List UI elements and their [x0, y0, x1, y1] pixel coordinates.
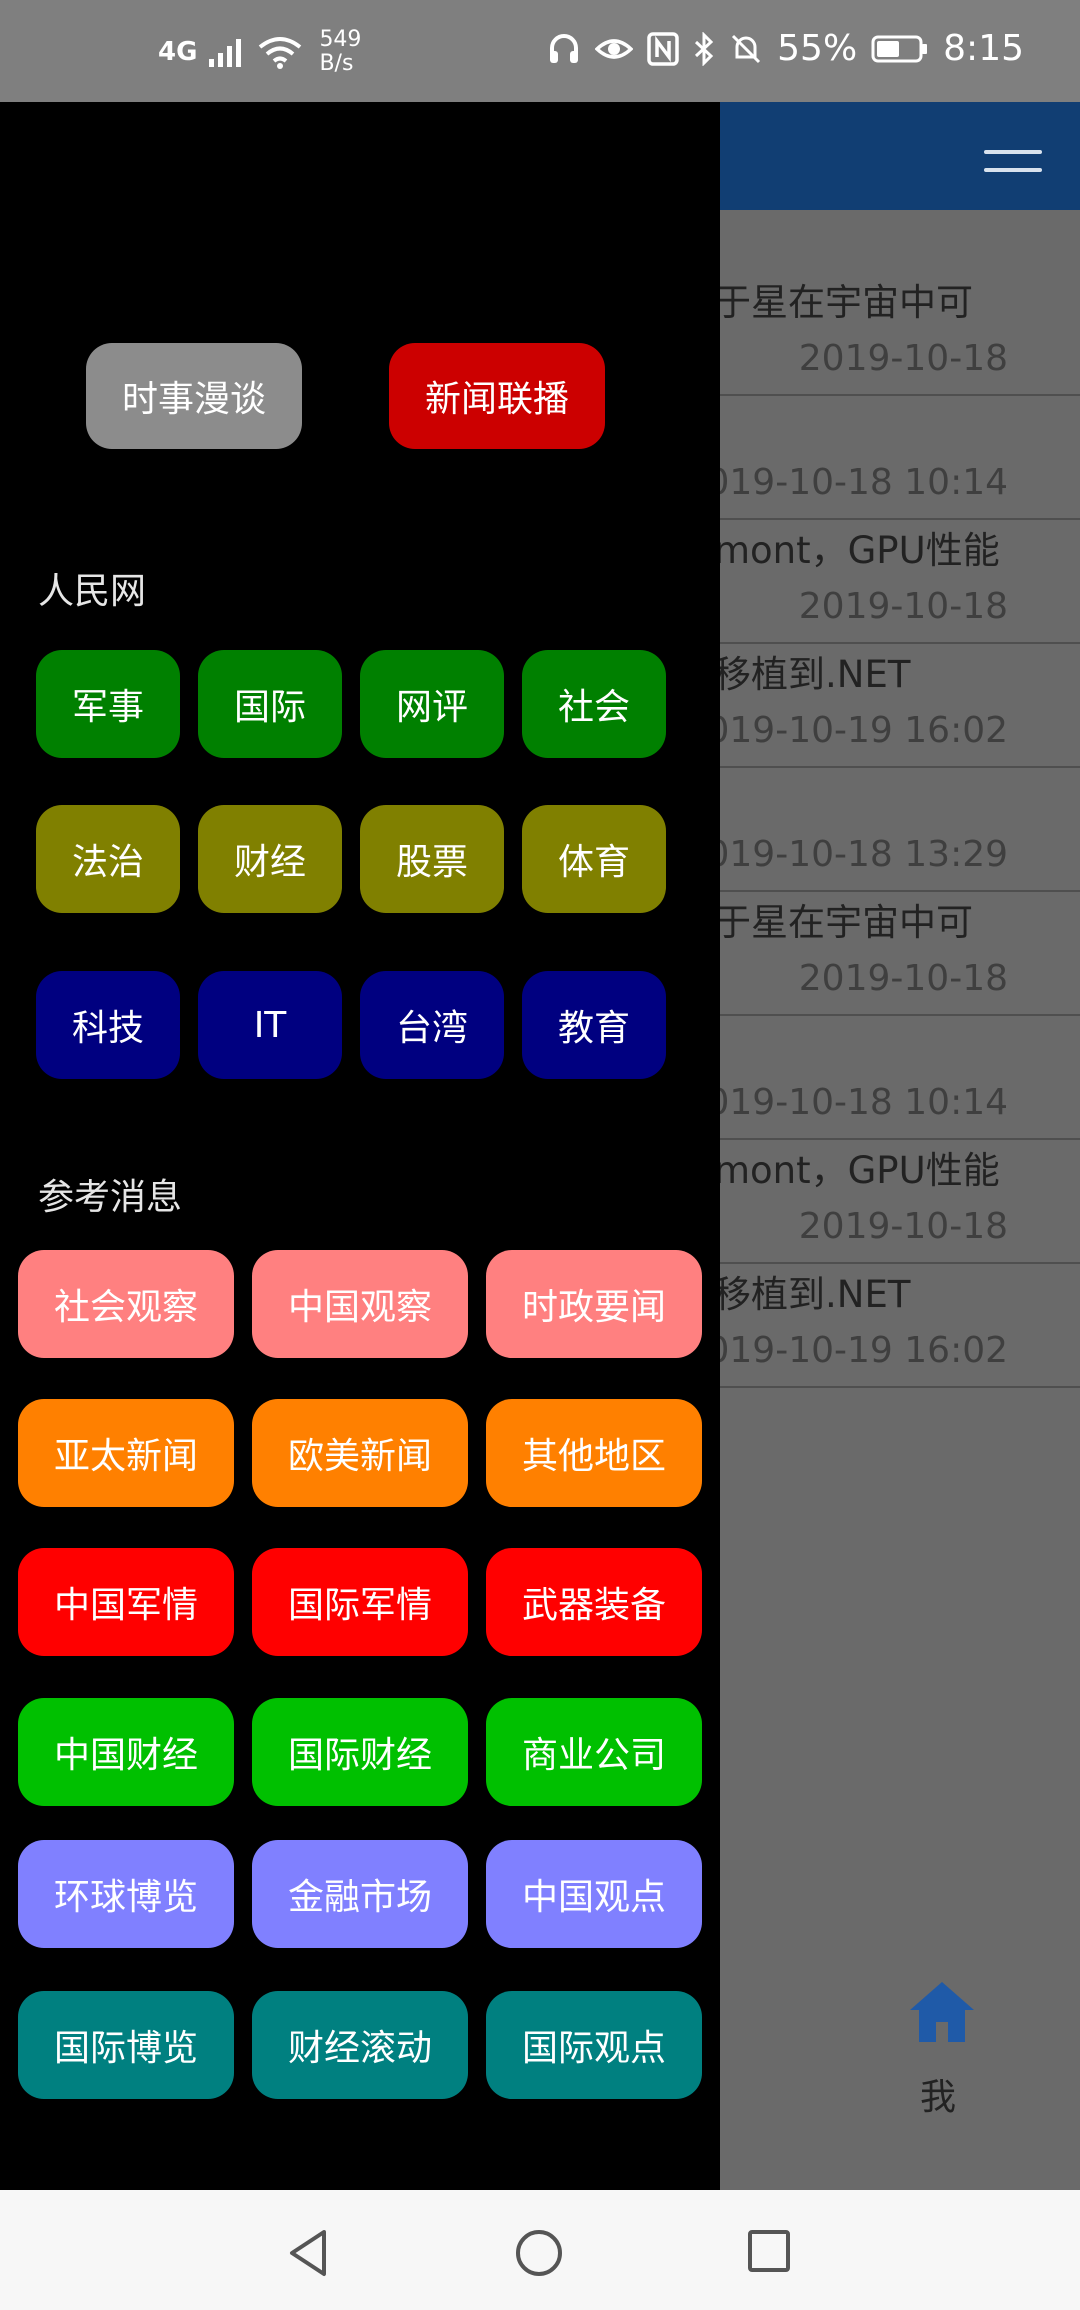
article-date: 2019-10-18 [798, 1206, 1008, 1247]
article-date: 2019-10-18 [798, 338, 1008, 379]
bell-off-icon [732, 34, 761, 63]
article-title: mont，GPU性能 [714, 1149, 1000, 1192]
cankao-category-button[interactable]: 国际观点 [486, 1991, 702, 2099]
renmin-category-button[interactable]: 股票 [360, 805, 504, 913]
renmin-category-button[interactable]: 教育 [522, 971, 666, 1079]
bottom-tab-bar: 我 [720, 1962, 1080, 2190]
renmin-category-button[interactable]: 体育 [522, 805, 666, 913]
cankao-category-button[interactable]: 国际财经 [252, 1698, 468, 1806]
menu-icon[interactable] [984, 150, 1042, 174]
article-title: 于星在宇宙中可 [714, 901, 973, 944]
article-title: mont，GPU性能 [714, 529, 1000, 572]
cankao-category-button[interactable]: 欧美新闻 [252, 1399, 468, 1507]
wifi-icon [259, 37, 302, 69]
status-bar: 4G 549 B/s 55% 8:15 [0, 0, 1080, 102]
nfc-icon [647, 31, 679, 66]
home-circle-icon[interactable] [514, 2228, 564, 2278]
home-icon[interactable] [908, 1978, 976, 2046]
renmin-category-button[interactable]: 法治 [36, 805, 180, 913]
renmin-category-button[interactable]: 科技 [36, 971, 180, 1079]
article-date: 019-10-18 13:29 [706, 834, 1009, 875]
signal-icon [209, 39, 242, 67]
drawer-button-1[interactable]: 新闻联播 [389, 343, 605, 449]
article-date: 019-10-18 10:14 [706, 462, 1009, 503]
navigation-drawer: 时事漫谈 新闻联播 人民网 军事 国际 网评 社会法治 财经 股票 体育科技 IT 台湾 教育 参考… [0, 102, 720, 2190]
tab-me-label[interactable]: 我 [920, 2068, 956, 2120]
article-title: 于星在宇宙中可 [714, 281, 973, 324]
article-title: 移植到.NET [714, 1273, 911, 1316]
cankao-category-button[interactable]: 中国军情 [18, 1548, 234, 1656]
cankao-category-button[interactable]: 国际博览 [18, 1991, 234, 2099]
network-speed: 549 B/s [319, 27, 362, 76]
renmin-category-button[interactable]: 军事 [36, 650, 180, 758]
eye-icon [595, 38, 634, 59]
network-type: 4G [158, 37, 198, 67]
cankao-category-button[interactable]: 商业公司 [486, 1698, 702, 1806]
section-title-renmin: 人民网 [38, 571, 147, 612]
cankao-category-button[interactable]: 财经滚动 [252, 1991, 468, 2099]
cankao-category-button[interactable]: 其他地区 [486, 1399, 702, 1507]
status-right: 55% 8:15 [547, 28, 1024, 69]
battery-percent: 55% [777, 28, 858, 69]
battery-icon [871, 35, 928, 62]
renmin-category-button[interactable]: 社会 [522, 650, 666, 758]
clock: 8:15 [943, 28, 1024, 69]
back-icon[interactable] [286, 2228, 330, 2278]
article-date: 019-10-19 16:02 [706, 1330, 1009, 1371]
recents-icon[interactable] [746, 2228, 792, 2274]
cankao-category-button[interactable]: 时政要闻 [486, 1250, 702, 1358]
cankao-category-button[interactable]: 亚太新闻 [18, 1399, 234, 1507]
article-title: 移植到.NET [714, 653, 911, 696]
cankao-category-button[interactable]: 中国观察 [252, 1250, 468, 1358]
article-date: 2019-10-18 [798, 958, 1008, 999]
renmin-category-button[interactable]: 国际 [198, 650, 342, 758]
system-nav-bar [0, 2190, 1080, 2310]
renmin-category-button[interactable]: IT [198, 971, 342, 1079]
article-date: 2019-10-18 [798, 586, 1008, 627]
cankao-category-button[interactable]: 金融市场 [252, 1840, 468, 1948]
drawer-button-0[interactable]: 时事漫谈 [86, 343, 302, 449]
bluetooth-icon [695, 31, 714, 66]
headphones-icon [550, 33, 579, 63]
cankao-category-button[interactable]: 国际军情 [252, 1548, 468, 1656]
renmin-category-button[interactable]: 网评 [360, 650, 504, 758]
renmin-category-button[interactable]: 台湾 [360, 971, 504, 1079]
cankao-category-button[interactable]: 环球博览 [18, 1840, 234, 1948]
article-date: 019-10-19 16:02 [706, 710, 1009, 751]
section-title-cankao: 参考消息 [38, 1177, 183, 1218]
renmin-category-button[interactable]: 财经 [198, 805, 342, 913]
status-left: 4G 549 B/s [158, 28, 361, 76]
cankao-category-button[interactable]: 社会观察 [18, 1250, 234, 1358]
cankao-category-button[interactable]: 中国财经 [18, 1698, 234, 1806]
article-date: 019-10-18 10:14 [706, 1082, 1009, 1123]
cankao-category-button[interactable]: 武器装备 [486, 1548, 702, 1656]
cankao-category-button[interactable]: 中国观点 [486, 1840, 702, 1948]
